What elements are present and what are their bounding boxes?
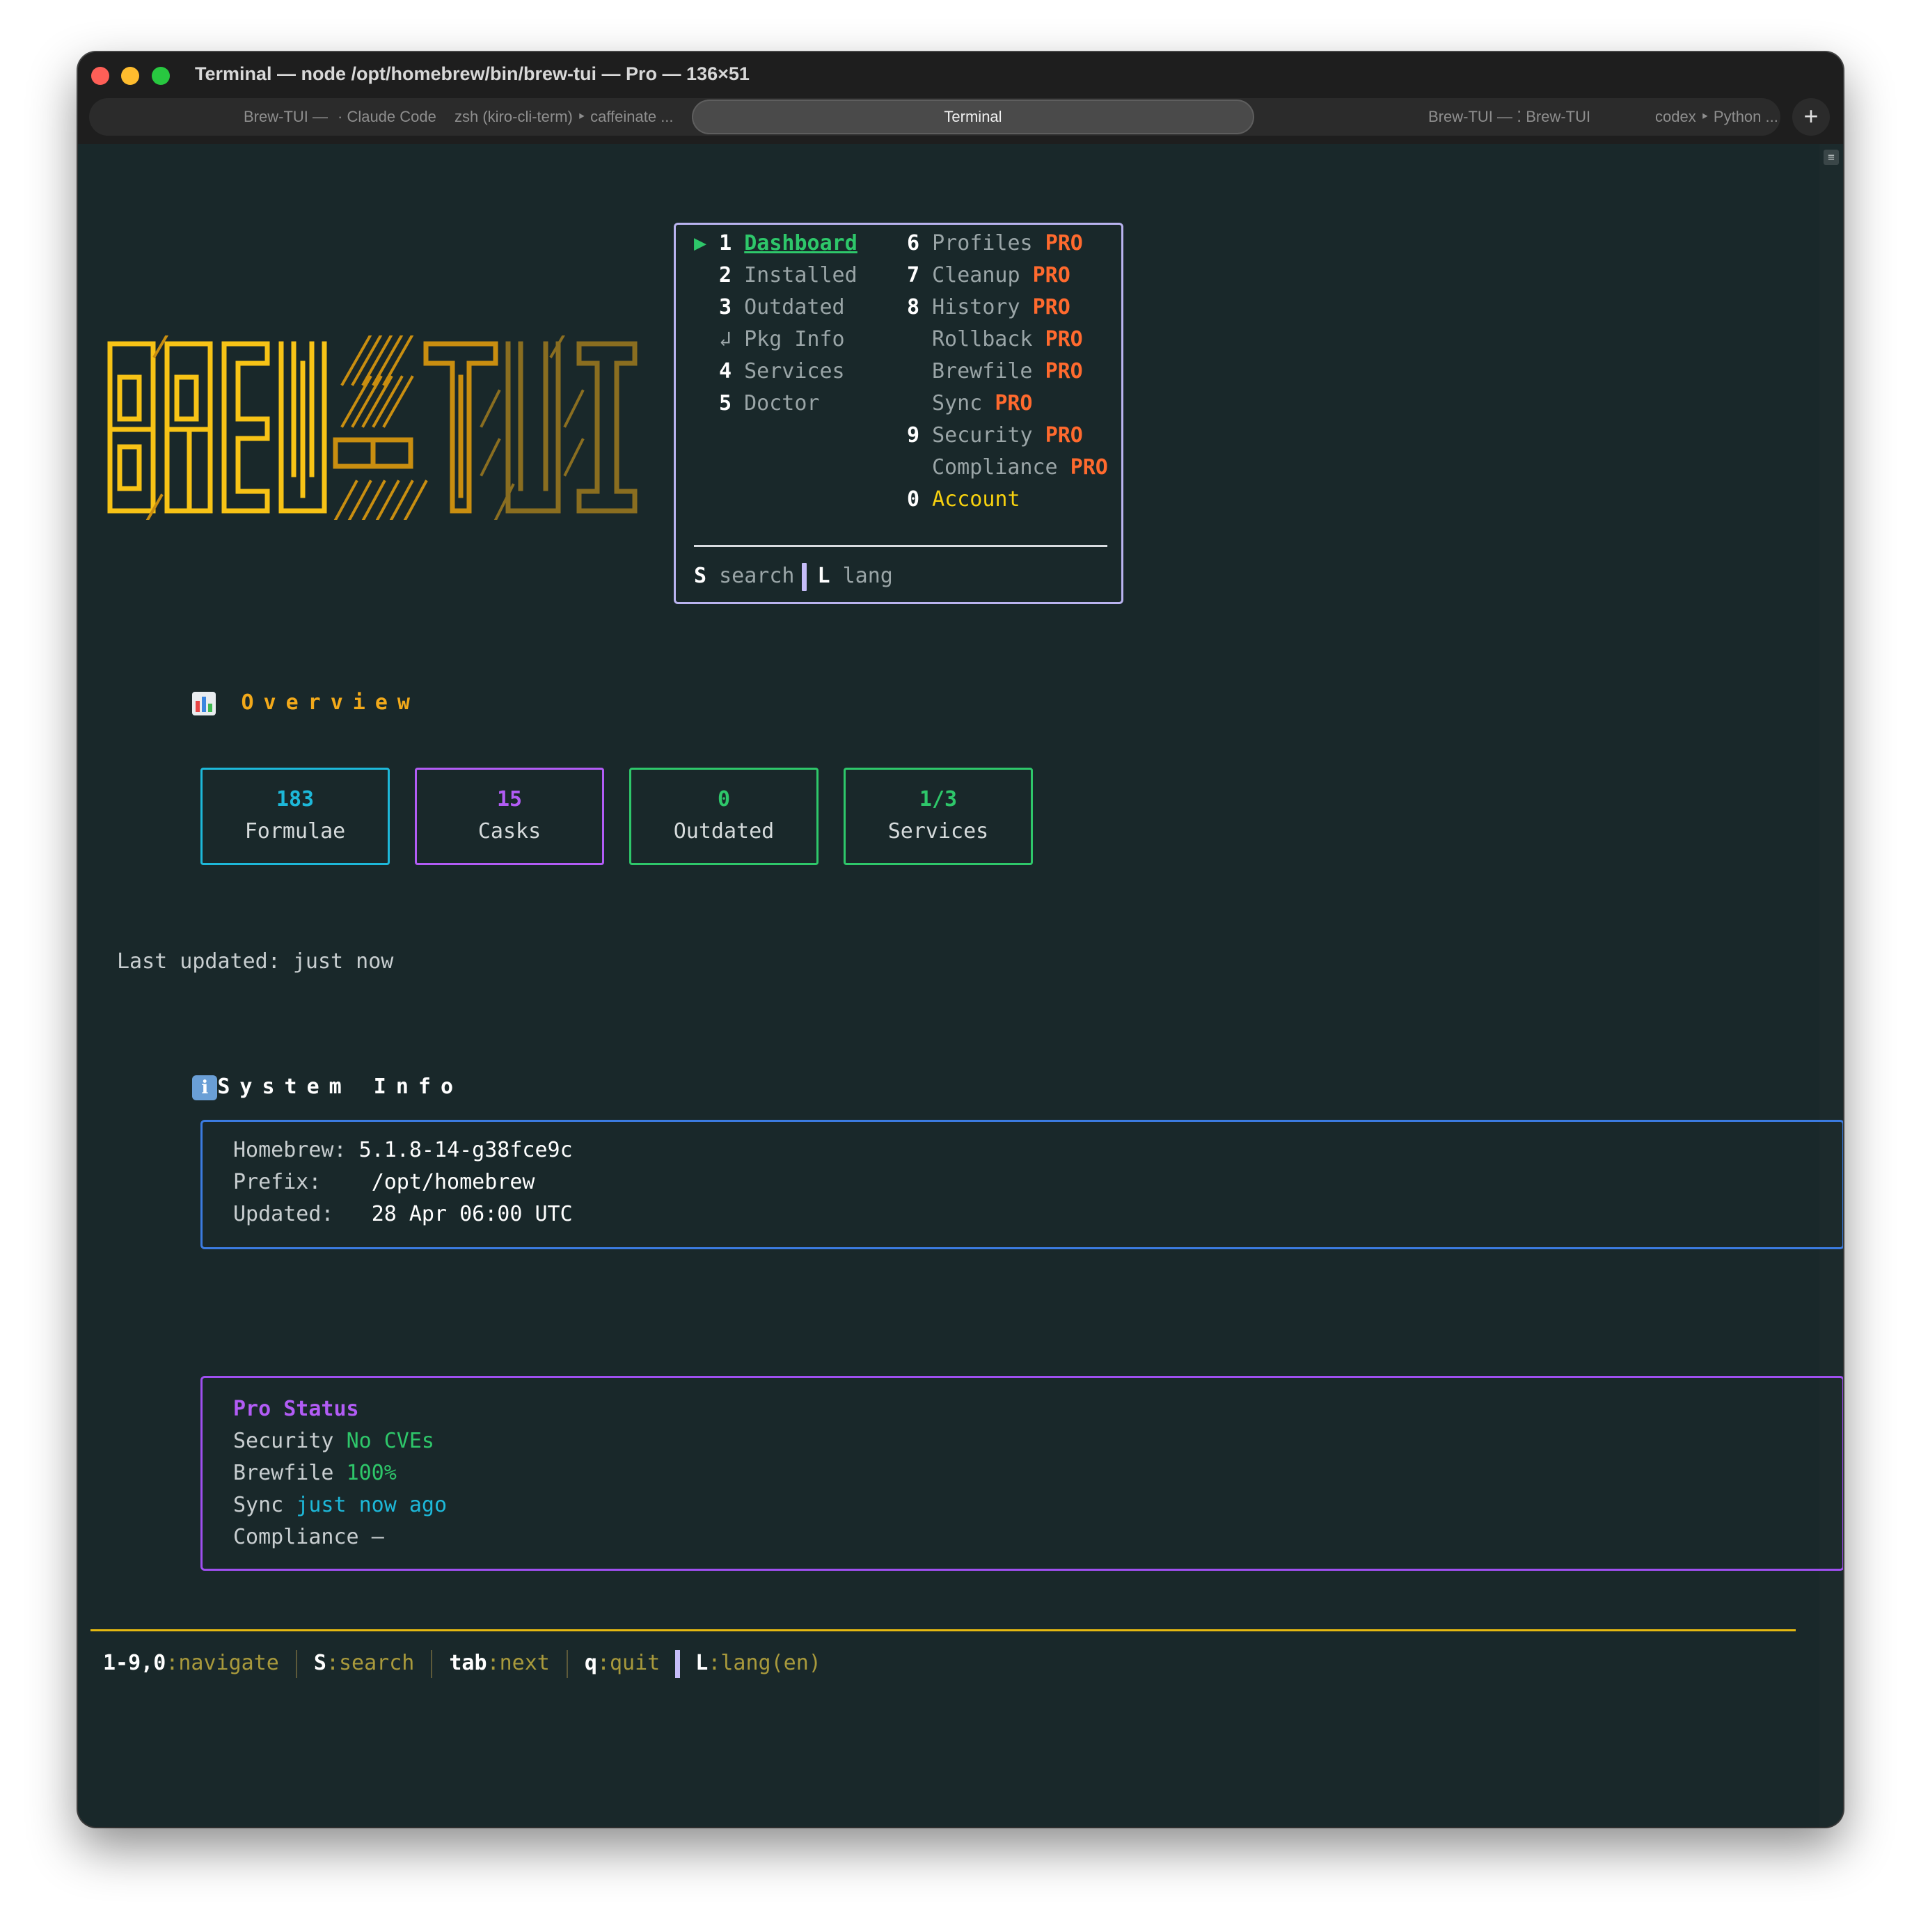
stat-outdated: 0 Outdated <box>629 768 819 865</box>
tab-zsh[interactable]: zsh (kiro-cli-term) ‣ caffeinate ... <box>454 98 674 136</box>
terminal-content: ▶ 1 Dashboard 2 Installed 3 Outdated ↲ P… <box>78 144 1843 1827</box>
menu-item-sync[interactable]: Sync PRO <box>932 388 1033 420</box>
tab-brew-tui-2[interactable]: Brew-TUI — ⁚ Brew-TUI <box>1428 98 1590 136</box>
title-bar: Terminal — node /opt/homebrew/bin/brew-t… <box>78 52 1843 144</box>
pro-status-title: Pro Status <box>233 1397 359 1421</box>
new-tab-button[interactable]: + <box>1792 98 1830 136</box>
menu-divider <box>694 545 1107 547</box>
info-row-prefix: Prefix: /opt/homebrew <box>233 1170 535 1194</box>
footer-divider <box>90 1629 1796 1631</box>
menu-item-security[interactable]: 9 Security PRO <box>907 420 1083 452</box>
tab-codex[interactable]: codex ‣ Python ... <box>1655 98 1778 136</box>
return-icon: ↲ <box>719 327 732 351</box>
window-title: Terminal — node /opt/homebrew/bin/brew-t… <box>195 63 750 84</box>
info-row-homebrew: Homebrew: 5.1.8-14-g38fce9c <box>233 1138 573 1162</box>
pro-row-security: Security No CVEs <box>233 1429 434 1453</box>
close-button[interactable] <box>91 67 109 85</box>
separator <box>295 1649 297 1678</box>
pro-row-sync: Sync just now ago <box>233 1493 448 1517</box>
menu-item-outdated[interactable]: 3 Outdated <box>719 292 845 324</box>
menu-item-dashboard[interactable]: ▶ 1 Dashboard <box>694 228 857 260</box>
pro-badge: PRO <box>1070 455 1108 480</box>
pro-badge: PRO <box>1045 423 1083 448</box>
zoom-button[interactable] <box>152 67 170 85</box>
overview-heading: Overview <box>117 655 420 751</box>
menu-item-doctor[interactable]: 5 Doctor <box>719 388 820 420</box>
last-updated: Last updated: just now <box>117 949 394 974</box>
pro-badge: PRO <box>1045 231 1083 255</box>
stat-services: 1/3 Services <box>844 768 1033 865</box>
brew-tui-logo <box>107 335 638 520</box>
info-icon: i <box>192 1075 218 1100</box>
pro-badge: PRO <box>995 391 1033 415</box>
pro-badge: PRO <box>1032 295 1070 319</box>
pro-status-panel: Pro Status Security No CVEs Brewfile 100… <box>200 1376 1843 1571</box>
navigation-menu: ▶ 1 Dashboard 2 Installed 3 Outdated ↲ P… <box>674 223 1123 604</box>
bar-chart-icon <box>192 691 216 715</box>
menu-item-account[interactable]: 0 Account <box>907 484 1020 516</box>
minimize-button[interactable] <box>121 67 139 85</box>
menu-item-brewfile[interactable]: Brewfile PRO <box>932 356 1083 388</box>
menu-item-cleanup[interactable]: 7 Cleanup PRO <box>907 260 1070 292</box>
scroll-marker-icon[interactable]: ≡ <box>1824 150 1839 165</box>
tab-terminal[interactable]: Terminal <box>693 101 1253 133</box>
stat-casks: 15 Casks <box>415 768 604 865</box>
terminal-window: Terminal — node /opt/homebrew/bin/brew-t… <box>78 52 1843 1827</box>
selected-marker-icon: ▶ <box>694 231 707 255</box>
scrollbar[interactable] <box>1819 144 1843 1827</box>
pro-badge: PRO <box>1032 263 1070 287</box>
key-hints-footer: 1-9,0:navigate S:search tab:next q:quit L:la… <box>103 1647 821 1679</box>
menu-item-rollback[interactable]: Rollback PRO <box>932 324 1083 356</box>
menu-item-history[interactable]: 8 History PRO <box>907 292 1070 324</box>
tab-bar: Brew-TUI — · Claude Code zsh (kiro-cli-t… <box>89 98 1780 136</box>
menu-shortcuts: S search L lang <box>694 560 893 592</box>
system-info-panel: Homebrew: 5.1.8-14-g38fce9c Prefix: /opt… <box>200 1120 1843 1249</box>
menu-item-compliance[interactable]: Compliance PRO <box>932 452 1108 484</box>
info-row-updated: Updated: 28 Apr 06:00 UTC <box>233 1202 573 1226</box>
pro-badge: PRO <box>1045 327 1083 351</box>
separator <box>675 1649 681 1678</box>
pro-row-brewfile: Brewfile 100% <box>233 1461 397 1485</box>
stat-formulae: 183 Formulae <box>200 768 390 865</box>
separator <box>431 1649 433 1678</box>
tab-brew-tui[interactable]: Brew-TUI — <box>244 98 328 136</box>
separator <box>801 562 807 591</box>
menu-item-installed[interactable]: 2 Installed <box>719 260 857 292</box>
menu-item-services[interactable]: 4 Services <box>719 356 845 388</box>
pro-badge: PRO <box>1045 359 1083 383</box>
menu-item-profiles[interactable]: 6 Profiles PRO <box>907 228 1083 260</box>
pro-row-compliance: Compliance — <box>233 1525 384 1549</box>
separator <box>566 1649 568 1678</box>
tab-claude-code[interactable]: · Claude Code <box>338 98 436 136</box>
menu-item-pkg-info[interactable]: ↲ Pkg Info <box>719 324 845 356</box>
